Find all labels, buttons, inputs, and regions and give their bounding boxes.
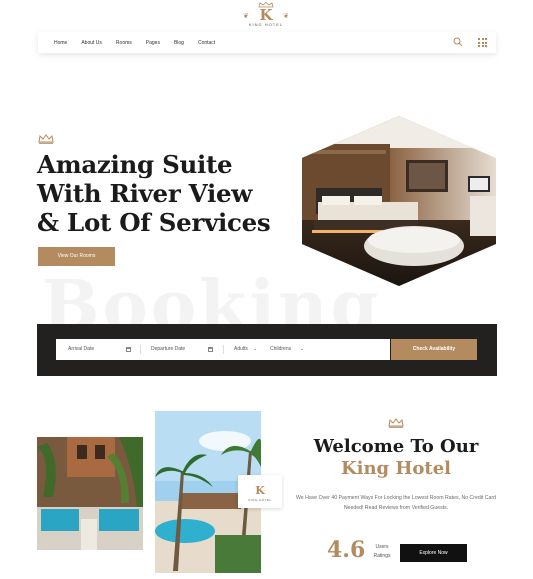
- field-divider: [223, 345, 224, 354]
- rating-label-line: Users: [375, 544, 389, 550]
- rating-label-line: Ratings: [373, 553, 391, 559]
- logo-wing-right-icon: ❦: [283, 13, 289, 20]
- resort-villa-photo: [37, 437, 143, 550]
- children-label: Childrens: [270, 346, 292, 352]
- adults-label: Adults: [234, 346, 248, 352]
- nav-pages[interactable]: Pages: [146, 40, 160, 46]
- welcome-title: Welcome To Our: [313, 436, 479, 457]
- crown-icon: [38, 134, 54, 144]
- grid-menu-icon[interactable]: [478, 38, 487, 47]
- field-divider: [140, 345, 141, 354]
- logo-name: KING HOTEL: [248, 22, 284, 27]
- departure-date-placeholder: Departure Date: [151, 346, 186, 352]
- departure-date-input[interactable]: Departure Date: [151, 339, 217, 360]
- chevron-down-icon: ⌄: [253, 346, 258, 352]
- search-icon[interactable]: [453, 37, 463, 47]
- nav-rooms[interactable]: Rooms: [116, 40, 132, 46]
- hero-title-line: With River View: [37, 179, 253, 208]
- nav-about-us[interactable]: About Us: [81, 40, 102, 46]
- booking-bar: Arrival Date Departure Date Adults ⌄ Chi…: [37, 324, 497, 376]
- calendar-icon: [126, 347, 131, 352]
- hero-title: Amazing Suite With River View & Lot Of S…: [37, 150, 299, 237]
- nav-contact[interactable]: Contact: [198, 40, 215, 46]
- arrival-date-input[interactable]: Arrival Date: [68, 339, 134, 360]
- hero-title-line: & Lot Of Services: [37, 208, 271, 237]
- nav-links: Home About Us Rooms Pages Blog Contact: [54, 32, 215, 53]
- hero-room-image: [302, 116, 496, 286]
- hero-title-line: Amazing Suite: [37, 150, 233, 179]
- welcome-subtitle: King Hotel: [340, 458, 452, 479]
- crown-icon: [388, 418, 404, 428]
- chevron-down-icon: ⌄: [300, 346, 305, 352]
- nav-home[interactable]: Home: [54, 40, 67, 46]
- rating-value: 4.6: [327, 537, 366, 563]
- badge-name: KING HOTEL: [248, 498, 272, 502]
- explore-now-button[interactable]: Explore Now: [400, 544, 467, 562]
- children-select[interactable]: Childrens ⌄: [270, 339, 310, 360]
- badge-letter: K: [255, 484, 265, 497]
- welcome-description: We Have Over 40 Payment Ways For Locking…: [295, 495, 497, 511]
- arrival-date-placeholder: Arrival Date: [68, 346, 95, 352]
- calendar-icon: [208, 347, 213, 352]
- brand-logo[interactable]: ❦ K ❦ KING HOTEL: [240, 2, 292, 28]
- adults-select[interactable]: Adults ⌄: [234, 339, 262, 360]
- booking-fields: Arrival Date Departure Date Adults ⌄ Chi…: [56, 339, 390, 360]
- check-availability-button[interactable]: Check Availability: [391, 339, 477, 360]
- rating-label: Users Ratings: [370, 543, 394, 561]
- view-our-rooms-button[interactable]: View Our Rooms: [38, 247, 115, 266]
- hotel-badge: K KING HOTEL: [238, 475, 282, 508]
- nav-blog[interactable]: Blog: [174, 40, 184, 46]
- main-navbar: Home About Us Rooms Pages Blog Contact: [38, 32, 496, 53]
